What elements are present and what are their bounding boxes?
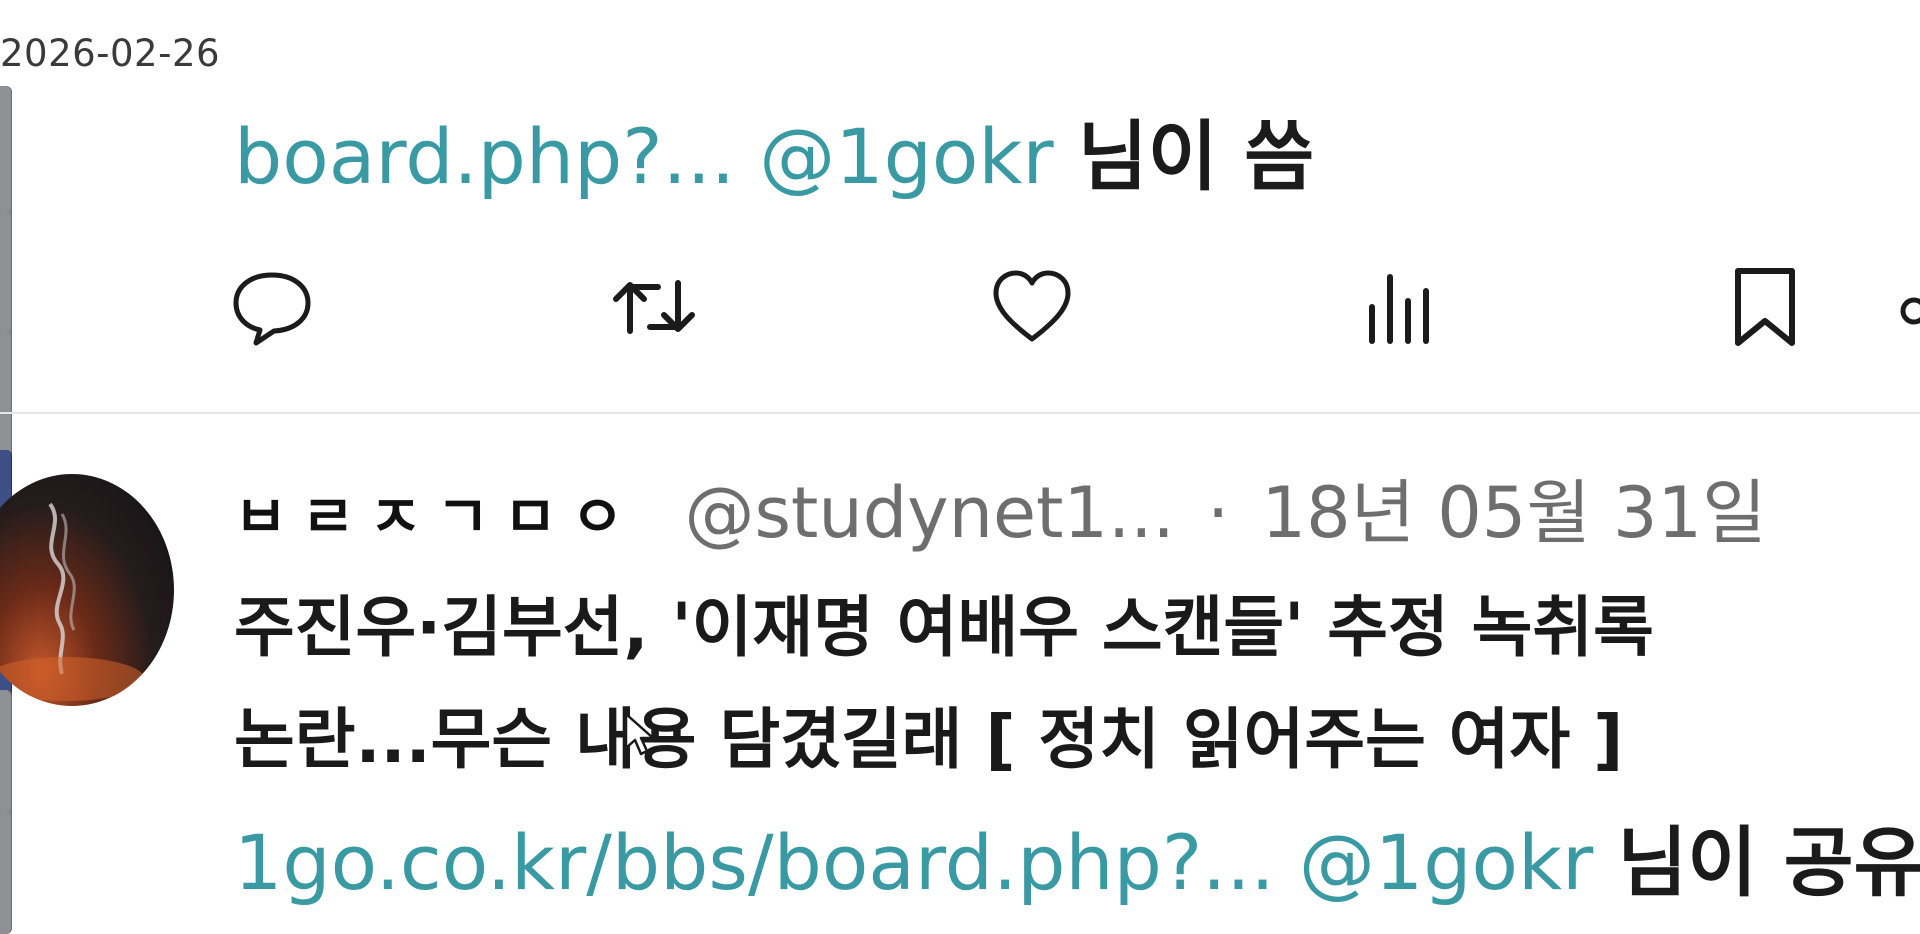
- tweet-link[interactable]: board.php?...: [234, 112, 735, 201]
- tweet-body-line: 논란...무슨 내용 담겼길래 [ 정치 읽어주는 여자 ]: [234, 701, 1624, 778]
- tweet-header: ㅂㄹㅈㄱㅁㅇ @studynet1... · 18년 05월 31일: [234, 468, 1766, 562]
- tweet-mention[interactable]: @1gokr: [1299, 818, 1593, 907]
- tweet-source-suffix: 님이 씀: [1077, 112, 1315, 201]
- reply-button[interactable]: [230, 262, 314, 352]
- bookmark-button[interactable]: [1730, 262, 1800, 352]
- date-stamp: 2026-02-26: [0, 32, 221, 75]
- tweet-action-bar: [230, 262, 1920, 352]
- separator-dot: ·: [1207, 472, 1230, 554]
- tweet-source-line: 1go.co.kr/bbs/board.php?... @1gokr 님이 공유: [234, 818, 1920, 908]
- views-button[interactable]: [1360, 262, 1444, 352]
- like-icon: [990, 267, 1074, 347]
- avatar[interactable]: [0, 474, 174, 706]
- tweet-date[interactable]: 18년 05월 31일: [1262, 472, 1767, 554]
- bookmark-icon: [1730, 265, 1800, 349]
- views-icon: [1360, 267, 1444, 347]
- share-icon: [1886, 267, 1920, 347]
- share-button[interactable]: [1886, 262, 1920, 352]
- like-button[interactable]: [990, 262, 1074, 352]
- screenshot-page: 2026-02-26 board.php?... @1gokr 님이 씀 ㅂㄹㅈ…: [0, 0, 1920, 934]
- side-tab[interactable]: [0, 810, 12, 934]
- tweet-source-line: board.php?... @1gokr 님이 씀: [234, 112, 1314, 202]
- retweet-icon: [608, 267, 700, 347]
- mouse-cursor-icon: [624, 712, 658, 762]
- side-tab-strip: [0, 40, 13, 934]
- tweet-divider: [0, 412, 1920, 414]
- tweet-source-suffix: 님이 공유: [1617, 818, 1920, 907]
- user-handle[interactable]: @studynet1...: [684, 472, 1174, 554]
- display-name[interactable]: ㅂㄹㅈㄱㅁㅇ: [234, 483, 638, 551]
- retweet-button[interactable]: [608, 262, 700, 352]
- tweet-body: 주진우·김부선, '이재명 여배우 스캔들' 추정 녹취록 논란...무슨 내용…: [234, 572, 1920, 796]
- tweet-link[interactable]: 1go.co.kr/bbs/board.php?...: [234, 818, 1275, 907]
- tweet-mention[interactable]: @1gokr: [759, 112, 1053, 201]
- reply-icon: [230, 267, 314, 347]
- tweet-body-line: 주진우·김부선, '이재명 여배우 스캔들' 추정 녹취록: [234, 589, 1654, 666]
